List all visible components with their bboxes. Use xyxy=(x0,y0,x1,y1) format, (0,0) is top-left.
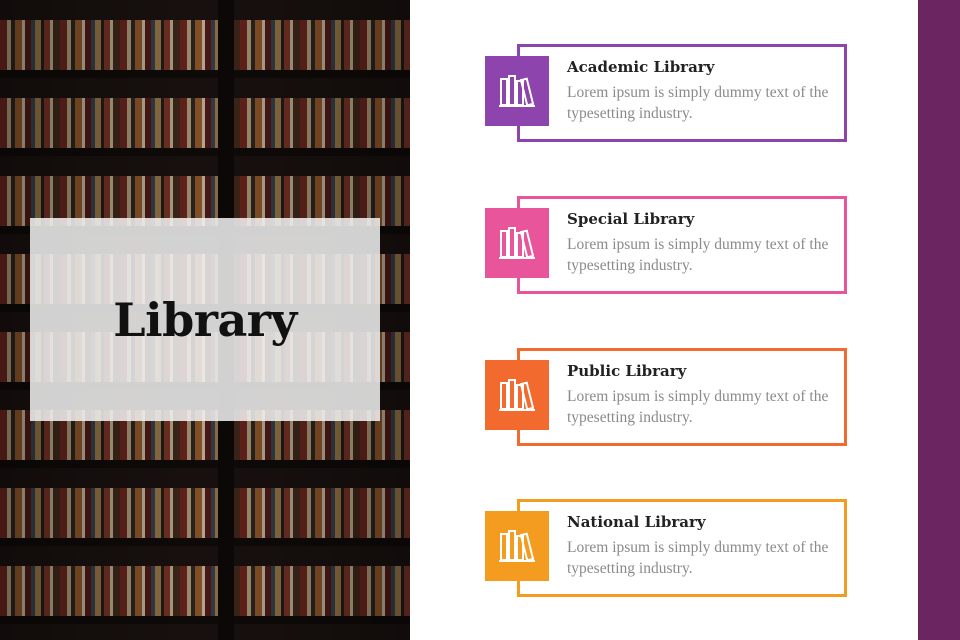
icon-badge xyxy=(485,511,549,581)
card-heading: Public Library xyxy=(567,362,687,380)
accent-bar xyxy=(918,0,960,640)
icon-badge xyxy=(485,208,549,278)
card-text: Lorem ipsum is simply dummy text of the … xyxy=(567,388,829,426)
books-icon xyxy=(499,75,535,107)
icon-badge xyxy=(485,56,549,126)
slide-title: Library xyxy=(113,292,297,347)
card-heading: Special Library xyxy=(567,210,695,228)
card-text: Lorem ipsum is simply dummy text of the … xyxy=(567,236,829,274)
title-box: Library xyxy=(30,218,380,421)
card-text: Lorem ipsum is simply dummy text of the … xyxy=(567,539,829,577)
books-icon xyxy=(499,227,535,259)
card-text: Lorem ipsum is simply dummy text of the … xyxy=(567,84,829,122)
card-special-library: Special Library Lorem ipsum is simply du… xyxy=(485,196,847,294)
books-icon xyxy=(499,379,535,411)
icon-badge xyxy=(485,360,549,430)
card-academic-library: Academic Library Lorem ipsum is simply d… xyxy=(485,44,847,142)
card-heading: National Library xyxy=(567,513,706,531)
books-icon xyxy=(499,530,535,562)
card-heading: Academic Library xyxy=(567,58,715,76)
card-public-library: Public Library Lorem ipsum is simply dum… xyxy=(485,348,847,446)
card-national-library: National Library Lorem ipsum is simply d… xyxy=(485,499,847,597)
